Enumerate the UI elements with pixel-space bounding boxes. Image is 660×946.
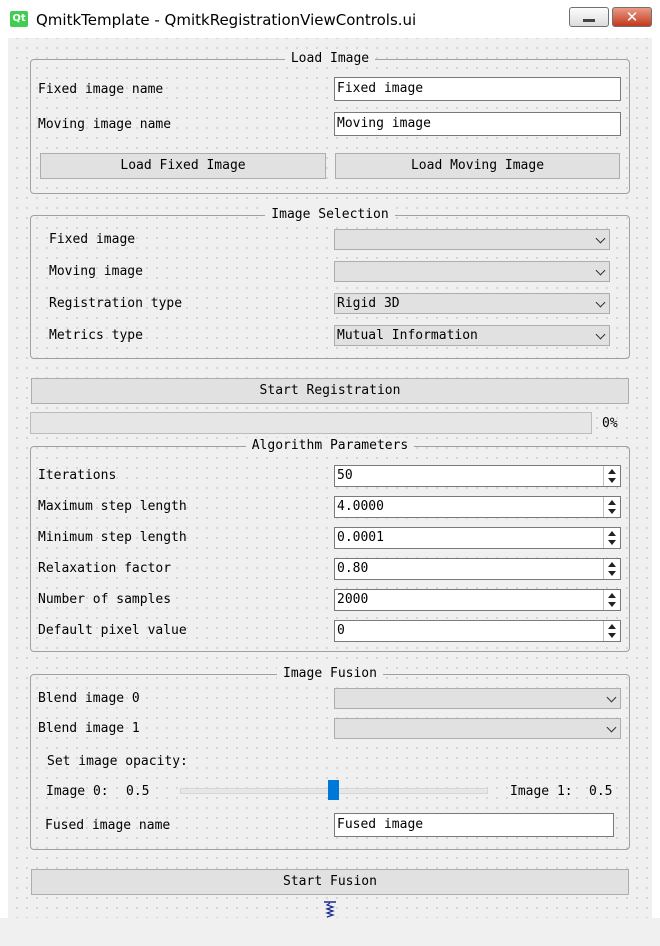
default-pixel-value: 0 <box>337 623 345 638</box>
blend-image-0-label: Blend image 0 <box>38 691 140 706</box>
spin-arrows-icon[interactable] <box>603 528 620 548</box>
algorithm-parameters-group-title: Algorithm Parameters <box>245 438 415 453</box>
window-border-right <box>652 38 660 918</box>
chevron-down-icon <box>595 265 606 276</box>
relaxation-factor-spinbox[interactable]: 0.80 <box>334 558 621 580</box>
image-fusion-group-title: Image Fusion <box>277 666 383 681</box>
min-step-length-spinbox[interactable]: 0.0001 <box>334 527 621 549</box>
default-pixel-value-spinbox[interactable]: 0 <box>334 620 621 642</box>
fixed-image-name-field[interactable]: Fixed image <box>334 77 621 101</box>
minimize-icon <box>583 19 595 22</box>
blend-image-0-combo[interactable] <box>334 688 621 709</box>
registration-type-value: Rigid 3D <box>337 296 400 311</box>
number-of-samples-spinbox[interactable]: 2000 <box>334 589 621 611</box>
window-titlebar: Qt QmitkTemplate - QmitkRegistrationView… <box>0 0 660 38</box>
fused-image-name-label: Fused image name <box>45 818 171 833</box>
min-step-length-value: 0.0001 <box>337 530 384 545</box>
fixed-image-name-label: Fixed image name <box>38 82 164 97</box>
image-0-opacity-label: Image 0: <box>46 784 109 799</box>
window-title: QmitkTemplate - QmitkRegistrationViewCon… <box>36 11 417 29</box>
vertical-spacer-icon <box>324 901 336 918</box>
spin-arrows-icon[interactable] <box>603 621 620 641</box>
chevron-down-icon <box>606 722 617 733</box>
image-1-opacity-value: 0.5 <box>589 784 613 799</box>
chevron-down-icon <box>606 692 617 703</box>
param-label-iterations: Iterations <box>38 468 117 483</box>
metrics-type-label: Metrics type <box>49 328 143 343</box>
chevron-down-icon <box>595 297 606 308</box>
image-selection-group-title: Image Selection <box>265 207 395 222</box>
load-fixed-image-button[interactable]: Load Fixed Image <box>40 153 326 179</box>
window-border-left <box>0 38 8 918</box>
load-moving-image-button[interactable]: Load Moving Image <box>335 153 620 179</box>
chevron-down-icon <box>595 233 606 244</box>
opacity-slider-handle[interactable] <box>328 780 339 800</box>
number-of-samples-value: 2000 <box>337 592 369 607</box>
param-label-min-step: Minimum step length <box>38 530 187 545</box>
blend-image-1-combo[interactable] <box>334 718 621 739</box>
relaxation-factor-value: 0.80 <box>337 561 369 576</box>
chevron-down-icon <box>595 329 606 340</box>
designer-form: Load Image Fixed image name Fixed image … <box>8 38 652 918</box>
param-label-relaxation: Relaxation factor <box>38 561 172 576</box>
iterations-value: 50 <box>337 468 353 483</box>
minimize-button[interactable] <box>569 7 609 27</box>
image-0-opacity-value: 0.5 <box>126 784 150 799</box>
moving-image-combo[interactable] <box>334 261 610 282</box>
registration-progress-text: 0% <box>602 416 618 431</box>
spin-arrows-icon[interactable] <box>603 559 620 579</box>
moving-image-name-field[interactable]: Moving image <box>334 112 621 136</box>
metrics-type-combo[interactable]: Mutual Information <box>334 325 610 346</box>
metrics-type-value: Mutual Information <box>337 328 478 343</box>
window-footer <box>0 918 660 946</box>
spin-arrows-icon[interactable] <box>603 590 620 610</box>
fixed-image-combo[interactable] <box>334 229 610 250</box>
fused-image-name-field[interactable]: Fused image <box>334 813 614 837</box>
moving-image-label: Moving image <box>49 264 143 279</box>
load-image-group-title: Load Image <box>284 51 376 66</box>
start-fusion-button[interactable]: Start Fusion <box>31 869 629 895</box>
registration-progress-bar <box>30 412 592 434</box>
param-label-default-pixel: Default pixel value <box>38 623 187 638</box>
image-1-opacity-label: Image 1: <box>510 784 573 799</box>
fixed-image-label: Fixed image <box>49 232 136 247</box>
param-label-max-step: Maximum step length <box>38 499 187 514</box>
close-button[interactable]: ✕ <box>612 7 652 27</box>
spin-arrows-icon[interactable] <box>603 466 620 486</box>
iterations-spinbox[interactable]: 50 <box>334 465 621 487</box>
max-step-length-value: 4.0000 <box>337 499 384 514</box>
blend-image-1-label: Blend image 1 <box>38 721 140 736</box>
registration-type-label: Registration type <box>49 296 183 311</box>
close-icon: ✕ <box>625 8 639 26</box>
spin-arrows-icon[interactable] <box>603 497 620 517</box>
param-label-samples: Number of samples <box>38 592 172 607</box>
start-registration-button[interactable]: Start Registration <box>31 378 629 404</box>
qt-logo-icon: Qt <box>10 11 28 27</box>
set-image-opacity-label: Set image opacity: <box>47 754 188 769</box>
max-step-length-spinbox[interactable]: 4.0000 <box>334 496 621 518</box>
registration-type-combo[interactable]: Rigid 3D <box>334 293 610 314</box>
moving-image-name-label: Moving image name <box>38 117 172 132</box>
